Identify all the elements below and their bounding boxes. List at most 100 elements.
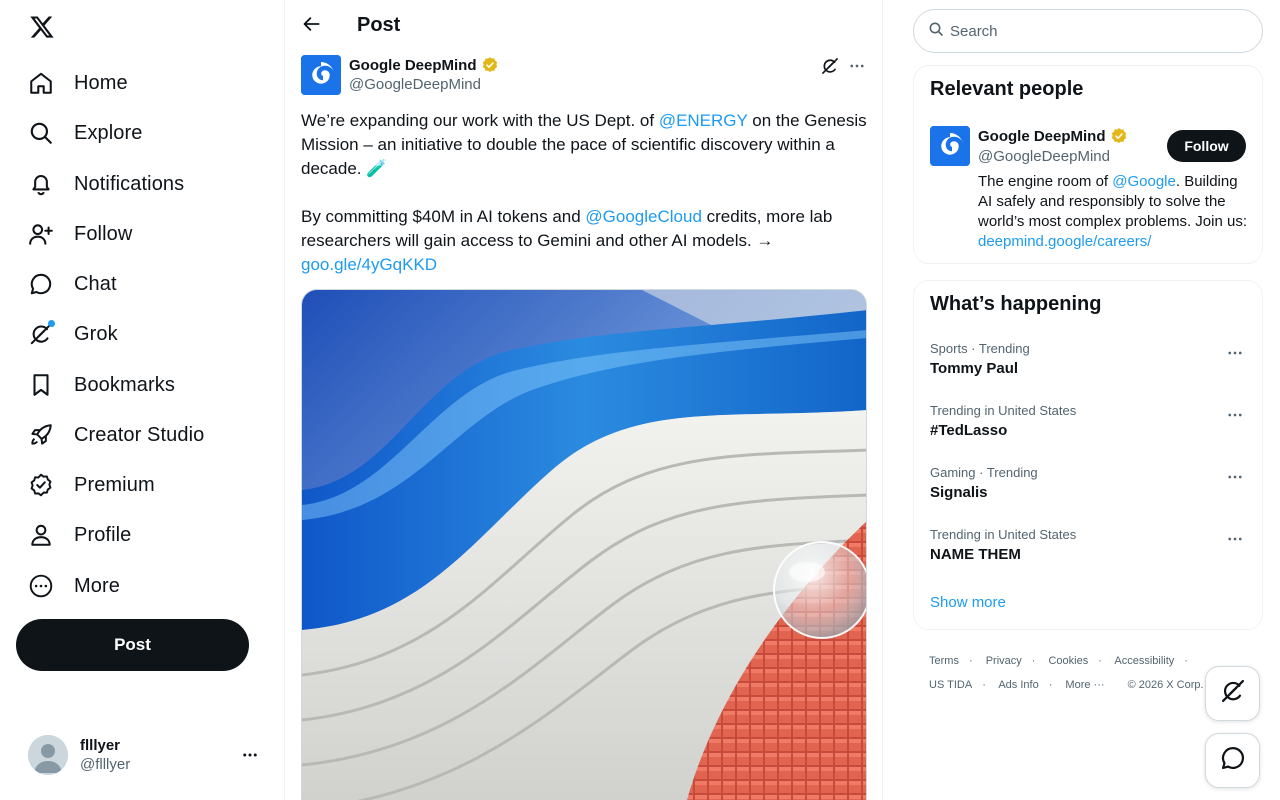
nav-notifications[interactable]: Notifications xyxy=(16,159,196,209)
nav-explore[interactable]: Explore xyxy=(16,108,155,158)
author-name[interactable]: Google DeepMind xyxy=(349,56,499,74)
whats-happening-title: What’s happening xyxy=(930,293,1102,315)
more-dots-icon xyxy=(240,745,260,765)
avatar xyxy=(28,735,68,775)
mention-link[interactable]: @ENERGY xyxy=(659,111,748,130)
footer-ustida[interactable]: US TIDA xyxy=(929,679,972,691)
person-icon xyxy=(28,522,54,548)
footer-ads-info[interactable]: Ads Info xyxy=(998,679,1038,691)
mention-link[interactable]: @GoogleCloud xyxy=(585,207,702,226)
nav-profile[interactable]: Profile xyxy=(16,510,143,560)
nav-home[interactable]: Home xyxy=(16,58,140,108)
footer-terms[interactable]: Terms xyxy=(929,655,959,667)
grok-icon xyxy=(28,320,55,347)
url-link[interactable]: goo.gle/4yGqKKD xyxy=(301,255,437,274)
nav-more[interactable]: More xyxy=(16,561,132,611)
nav-bookmarks[interactable]: Bookmarks xyxy=(16,360,187,410)
grok-fab-button[interactable] xyxy=(1205,666,1260,721)
trend-meta: Trending in United States xyxy=(930,403,1077,418)
footer-copyright: © 2026 X Corp. xyxy=(1127,679,1204,691)
follow-button[interactable]: Follow xyxy=(1167,130,1246,162)
relevant-name[interactable]: Google DeepMind xyxy=(978,127,1128,145)
nav-follow[interactable]: Follow xyxy=(16,209,144,259)
chat-fab-button[interactable] xyxy=(1205,733,1260,788)
relevant-name-text: Google DeepMind xyxy=(978,127,1106,145)
left-nav: Home Explore Notifications Follow Chat G… xyxy=(0,0,284,800)
relevant-people-card: Relevant people Google DeepMind @GoogleD… xyxy=(913,65,1263,264)
nav-explore-label: Explore xyxy=(74,121,143,144)
post-text-part: We’re expanding our work with the US Dep… xyxy=(301,111,659,130)
grok-icon[interactable] xyxy=(820,56,840,76)
account-switcher[interactable]: flllyer @flllyer xyxy=(16,727,272,783)
more-dots-icon[interactable] xyxy=(1224,529,1246,549)
nav-creator-studio-label: Creator Studio xyxy=(74,423,205,446)
bookmark-icon xyxy=(28,372,54,398)
notification-dot xyxy=(48,320,55,327)
footer-cookies[interactable]: Cookies xyxy=(1048,655,1088,667)
more-circle-icon xyxy=(28,573,54,599)
trend-item[interactable]: Trending in United States #TedLasso xyxy=(914,403,1262,465)
nav-grok-label: Grok xyxy=(74,322,118,345)
post-detail-column: Post Google DeepMind @GoogleDeepMind We’… xyxy=(284,0,883,800)
back-button[interactable] xyxy=(297,11,327,41)
add-person-icon xyxy=(28,221,54,247)
x-logo-icon[interactable] xyxy=(29,14,55,40)
more-dots-icon[interactable] xyxy=(847,56,867,76)
account-handle: @flllyer xyxy=(80,756,131,773)
nav-notifications-label: Notifications xyxy=(74,172,185,195)
post-image[interactable] xyxy=(301,289,867,800)
trend-item[interactable]: Sports · Trending Tommy Paul xyxy=(914,341,1262,403)
rocket-icon xyxy=(28,422,54,448)
bell-icon xyxy=(28,171,54,197)
search-icon xyxy=(928,21,944,42)
footer-accessibility[interactable]: Accessibility xyxy=(1114,655,1174,667)
trend-title: Signalis xyxy=(930,484,988,501)
mention-link[interactable]: @Google xyxy=(1112,173,1176,190)
nav-grok[interactable]: Grok xyxy=(16,309,130,359)
more-dots-icon[interactable] xyxy=(1224,467,1246,487)
nav-follow-label: Follow xyxy=(74,222,133,245)
trend-item[interactable]: Gaming · Trending Signalis xyxy=(914,465,1262,527)
bio-text: The engine room of xyxy=(978,173,1113,190)
post-text-part: By committing $40M in AI tokens and xyxy=(301,207,586,226)
more-dots-icon[interactable] xyxy=(1224,405,1246,425)
chat-bubble-icon xyxy=(28,271,54,297)
url-link[interactable]: deepmind.google/careers/ xyxy=(978,233,1151,250)
post-button[interactable]: Post xyxy=(16,619,249,671)
right-sidebar: Relevant people Google DeepMind @GoogleD… xyxy=(883,0,1280,800)
more-dots-icon[interactable] xyxy=(1224,343,1246,363)
post-text: We’re expanding our work with the US Dep… xyxy=(301,109,871,277)
nav-chat[interactable]: Chat xyxy=(16,259,129,309)
grok-icon xyxy=(1219,677,1247,710)
home-icon xyxy=(28,70,54,96)
account-name: flllyer xyxy=(80,737,121,754)
verified-gold-icon xyxy=(482,57,497,73)
nav-creator-studio[interactable]: Creator Studio xyxy=(16,410,216,460)
chat-bubble-icon xyxy=(1219,744,1247,777)
author-avatar[interactable] xyxy=(301,55,341,95)
nav-premium[interactable]: Premium xyxy=(16,460,167,510)
search-icon xyxy=(28,120,54,146)
nav-profile-label: Profile xyxy=(74,523,132,546)
whats-happening-card: What’s happening Sports · Trending Tommy… xyxy=(913,280,1263,630)
nav-more-label: More xyxy=(74,574,120,597)
trend-item[interactable]: Trending in United States NAME THEM xyxy=(914,527,1262,589)
relevant-handle[interactable]: @GoogleDeepMind xyxy=(978,148,1110,165)
nav-bookmarks-label: Bookmarks xyxy=(74,373,175,396)
search-box[interactable] xyxy=(913,9,1263,53)
arrow-left-icon xyxy=(302,14,322,39)
show-more-link[interactable]: Show more xyxy=(930,594,1006,611)
trend-meta: Trending in United States xyxy=(930,527,1077,542)
relevant-bio: The engine room of @Google. Building AI … xyxy=(978,172,1250,252)
footer-more[interactable]: More ··· xyxy=(1065,679,1104,691)
trend-title: NAME THEM xyxy=(930,546,1021,563)
search-input[interactable] xyxy=(950,22,1250,40)
relevant-avatar[interactable] xyxy=(930,126,970,166)
footer-privacy[interactable]: Privacy xyxy=(986,655,1022,667)
trend-title: Tommy Paul xyxy=(930,360,1019,377)
relevant-people-title: Relevant people xyxy=(930,78,1084,100)
page-title: Post xyxy=(357,14,401,36)
nav-chat-label: Chat xyxy=(74,272,117,295)
author-handle[interactable]: @GoogleDeepMind xyxy=(349,76,481,93)
verified-gold-icon xyxy=(1111,128,1126,144)
